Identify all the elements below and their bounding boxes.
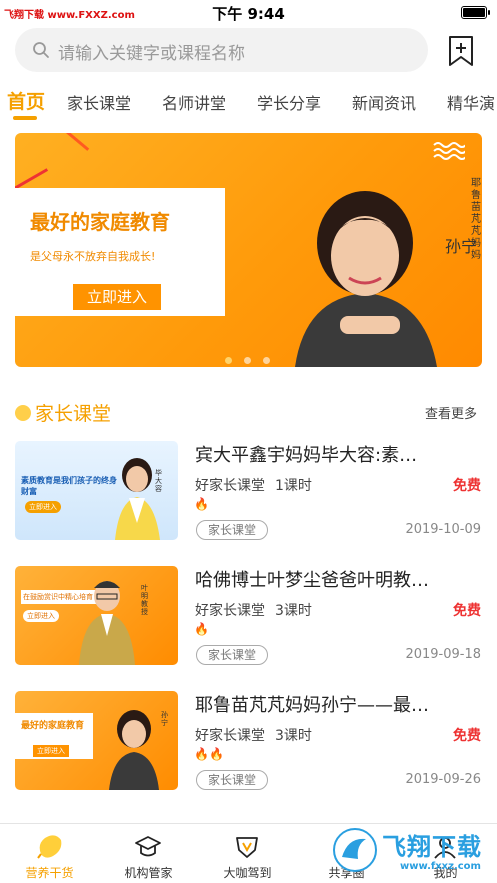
course-meta: 好家长课堂 3课时 [195,600,312,620]
watermark-url: www.fxxz.com [400,861,481,872]
course-date: 2019-09-26 [405,772,481,787]
status-time: 下午 9:44 [212,5,285,23]
lemon-icon [37,835,62,859]
status-bar: 飞翔下载 www.FXXZ.com 下午 9:44 [0,0,497,26]
banner-side-text: 耶鲁苗芃芃妈妈 [471,178,481,261]
category-tabs: 首页 家长课堂 名师讲堂 学长分享 新闻资讯 精华演 [0,84,497,124]
banner-enter-button[interactable]: 立即进入 [73,284,161,310]
speaker-portrait [79,581,135,665]
decor-stripe [62,133,90,151]
graduation-cap-icon [135,836,161,857]
course-date: 2019-09-18 [405,647,481,662]
course-item[interactable]: 在鼓励赏识中精心培育 立即进入 叶明教授 哈佛博士叶梦尘爸爸叶明教… 好家长课堂… [0,566,497,676]
course-tag[interactable]: 家长课堂 [196,645,268,665]
tab-institution[interactable]: 机构管家 [99,824,198,883]
thumbnail-button: 立即进入 [25,501,61,513]
search-icon [33,42,49,58]
promo-banner[interactable]: 最好的家庭教育 是父母永不放弃自我成长! 立即进入 孙宁 耶鲁苗芃芃妈妈 [15,133,482,367]
course-thumbnail: 最好的家庭教育 立即进入 孙宁 [15,691,178,790]
tab-home[interactable]: 首页 [7,87,45,114]
watermark-logo: 飞翔下载 www.fxxz.com [330,823,490,881]
thumbnail-caption: 素质教育是我们孩子的终身财富 [21,476,117,496]
course-meta: 好家长课堂 3课时 [195,725,312,745]
tab-nutrition[interactable]: 营养干货 [0,824,99,883]
banner-title: 最好的家庭教育 [30,210,170,234]
section-header: 家长课堂 查看更多 [0,396,497,428]
tab-label: 大咖驾到 [223,866,272,880]
course-hours: 3课时 [275,728,312,744]
tab-famous-teachers[interactable]: 名师讲堂 [162,90,226,114]
speaker-portrait [115,458,160,540]
course-price: 免费 [453,603,481,619]
popularity-fire-icon: 🔥 [194,497,209,511]
course-price: 免费 [453,478,481,494]
course-hours: 1课时 [275,478,312,494]
wave-icon [433,142,465,160]
course-title[interactable]: 耶鲁苗芃芃妈妈孙宁——最… [195,691,485,717]
pagination-dot[interactable] [263,357,270,364]
course-source: 好家长课堂 [195,603,265,619]
banner-pagination [225,349,282,367]
thumbnail-caption: 最好的家庭教育 [21,721,85,731]
pagination-dot[interactable] [225,357,232,364]
v-badge-icon [236,837,258,858]
banner-text-card: 最好的家庭教育 是父母永不放弃自我成长! 立即进入 [15,188,225,316]
speaker-portrait [109,710,159,790]
speaker-portrait [295,191,437,367]
thumbnail-name: 孙宁 [161,711,168,727]
watermark-icon [333,828,377,872]
thumbnail-name: 叶明教授 [141,584,148,616]
bookmark-add-icon[interactable] [448,35,474,67]
course-meta: 好家长课堂 1课时 [195,475,312,495]
section-title: 家长课堂 [35,403,112,425]
course-item[interactable]: 素质教育是我们孩子的终身财富 立即进入 毕大容 宾大平鑫宇妈妈毕大容:素… 好家… [0,441,497,551]
tab-label: 营养干货 [25,866,74,880]
watermark-text: 飞翔下载 [382,833,482,861]
course-date: 2019-10-09 [405,522,481,537]
pagination-dot[interactable] [244,357,251,364]
banner-subtitle: 是父母永不放弃自我成长! [30,250,156,263]
section-dot-icon [15,405,31,421]
tab-highlights[interactable]: 精华演 [447,90,495,114]
tab-senior-share[interactable]: 学长分享 [257,90,321,114]
search-input[interactable]: 请输入关键字或课程名称 [15,28,428,72]
course-hours: 3课时 [275,603,312,619]
course-thumbnail: 在鼓励赏识中精心培育 立即进入 叶明教授 [15,566,178,665]
course-item[interactable]: 最好的家庭教育 立即进入 孙宁 耶鲁苗芃芃妈妈孙宁——最… 好家长课堂 3课时 免… [0,691,497,801]
course-source: 好家长课堂 [195,478,265,494]
tab-experts[interactable]: 大咖驾到 [198,824,297,883]
tab-parent-class[interactable]: 家长课堂 [67,90,131,114]
popularity-fire-icon: 🔥 [194,622,209,636]
tab-label: 机构管家 [124,866,173,880]
tab-news[interactable]: 新闻资讯 [352,90,416,114]
thumbnail-button: 立即进入 [23,610,59,622]
course-tag[interactable]: 家长课堂 [196,770,268,790]
battery-icon [461,6,490,19]
popularity-fire-icon: 🔥🔥 [194,747,224,761]
view-more-link[interactable]: 查看更多 [425,403,477,422]
thumbnail-button: 立即进入 [33,745,69,757]
course-tag[interactable]: 家长课堂 [196,520,268,540]
active-tab-indicator [13,116,37,120]
course-source: 好家长课堂 [195,728,265,744]
course-title[interactable]: 宾大平鑫宇妈妈毕大容:素… [195,441,485,467]
course-price: 免费 [453,728,481,744]
course-title[interactable]: 哈佛博士叶梦尘爸爸叶明教… [195,566,485,592]
search-placeholder: 请输入关键字或课程名称 [58,44,245,64]
course-thumbnail: 素质教育是我们孩子的终身财富 立即进入 毕大容 [15,441,178,540]
